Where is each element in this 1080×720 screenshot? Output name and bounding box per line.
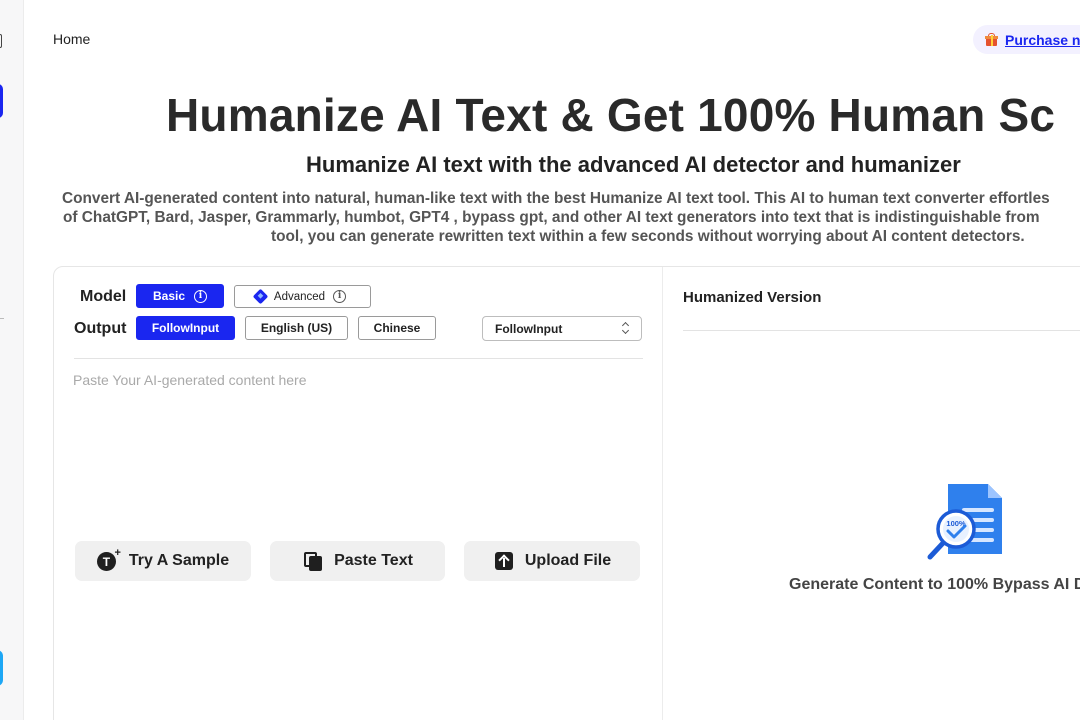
paste-text-button[interactable]: Paste Text <box>270 541 445 581</box>
panel-divider <box>662 267 663 720</box>
diamond-icon <box>252 288 269 305</box>
model-advanced-button[interactable]: Advanced i <box>234 285 371 308</box>
output-english-button[interactable]: English (US) <box>245 316 348 340</box>
model-advanced-label: Advanced <box>273 290 326 303</box>
input-textarea[interactable] <box>73 372 643 522</box>
output-followinput-button[interactable]: FollowInput <box>136 316 235 340</box>
page-description: Convert AI-generated content into natura… <box>62 189 1080 249</box>
purchase-link[interactable]: Purchase n <box>1005 32 1080 48</box>
try-sample-button[interactable]: T + Try A Sample <box>75 541 251 581</box>
info-icon[interactable]: i <box>333 290 347 303</box>
sidebar <box>0 0 24 720</box>
sidebar-divider <box>0 318 4 319</box>
language-select-value: FollowInput <box>495 321 563 336</box>
upload-icon <box>493 550 515 572</box>
output-label: Output <box>74 320 127 337</box>
description-line: tool, you can generate rewritten text wi… <box>271 228 1025 245</box>
model-label: Model <box>80 288 127 305</box>
language-select[interactable]: FollowInput <box>482 316 642 341</box>
paste-text-label: Paste Text <box>334 552 413 569</box>
breadcrumb-home[interactable]: Home <box>53 31 90 47</box>
info-icon[interactable]: i <box>194 289 208 303</box>
text-sample-icon: T + <box>96 547 121 572</box>
paste-icon <box>302 550 324 572</box>
model-basic-button[interactable]: Basic i <box>136 284 224 308</box>
model-basic-label: Basic <box>152 289 186 303</box>
sidebar-bottom-button[interactable] <box>0 650 3 686</box>
output-panel-title: Humanized Version <box>683 289 822 306</box>
output-divider <box>683 330 1080 331</box>
document-check-icon: 100% <box>927 484 1002 560</box>
sidebar-menu-icon[interactable] <box>0 34 2 48</box>
output-chinese-button[interactable]: Chinese <box>358 316 436 340</box>
description-line: Convert AI-generated content into natura… <box>62 190 1050 207</box>
gift-icon <box>985 33 998 46</box>
upload-file-label: Upload File <box>524 552 612 569</box>
empty-state-caption: Generate Content to 100% Bypass AI D <box>789 576 1080 593</box>
options-divider <box>74 358 643 359</box>
purchase-button[interactable]: Purchase n <box>973 25 1080 54</box>
upload-file-button[interactable]: Upload File <box>464 541 640 581</box>
page-title: Humanize AI Text & Get 100% Human Sc <box>166 89 1056 141</box>
sidebar-active-item[interactable] <box>0 84 3 118</box>
page-subtitle: Humanize AI text with the advanced AI de… <box>306 152 961 177</box>
try-sample-label: Try A Sample <box>128 552 230 569</box>
chevron-updown-icon <box>622 321 630 336</box>
description-line: of ChatGPT, Bard, Jasper, Grammarly, hum… <box>63 209 1040 226</box>
